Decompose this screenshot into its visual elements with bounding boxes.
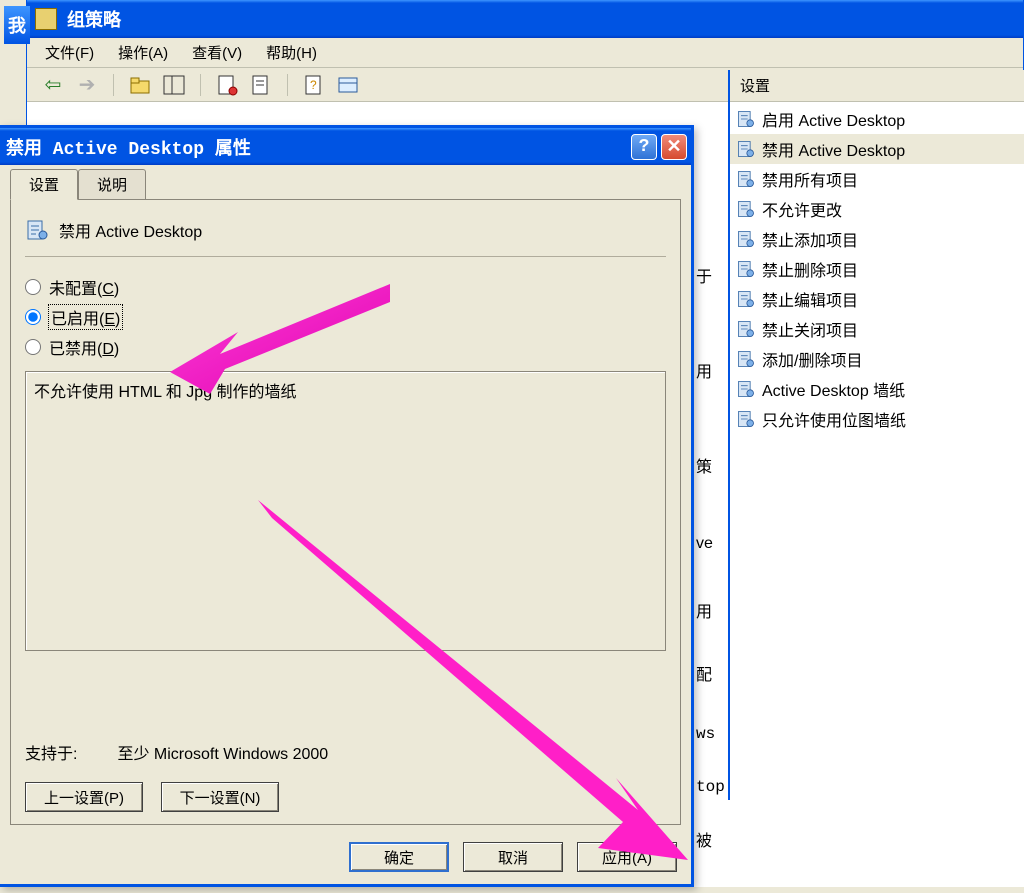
settings-list-item-label: Active Desktop 墙纸 bbox=[762, 377, 905, 401]
policy-item-icon bbox=[736, 229, 756, 249]
settings-list-item-label: 禁止编辑项目 bbox=[762, 287, 858, 311]
policy-item-icon bbox=[736, 139, 756, 159]
settings-list-item-label: 禁用 Active Desktop bbox=[762, 137, 905, 161]
tab-settings[interactable]: 设置 bbox=[10, 169, 78, 200]
radio-disabled-input[interactable] bbox=[25, 339, 41, 355]
prev-setting-button[interactable]: 上一设置(P) bbox=[25, 782, 143, 812]
dialog-titlebar[interactable]: 禁用 Active Desktop 属性 ? ✕ bbox=[0, 128, 691, 165]
settings-list-item-label: 禁用所有项目 bbox=[762, 167, 858, 191]
dialog-tabs: 设置 说明 bbox=[10, 171, 681, 199]
mmc-app-icon bbox=[35, 8, 57, 30]
supported-label: 支持于: bbox=[25, 740, 77, 764]
forward-button: ➔ bbox=[75, 73, 99, 97]
radio-enabled[interactable]: 已启用(E) bbox=[25, 305, 666, 329]
mmc-titlebar[interactable]: 组策略 bbox=[27, 0, 1023, 38]
properties-dialog: 禁用 Active Desktop 属性 ? ✕ 设置 说明 禁用 Active… bbox=[0, 125, 694, 887]
settings-list-item-label: 不允许更改 bbox=[762, 197, 842, 221]
tab-explain[interactable]: 说明 bbox=[78, 169, 146, 199]
supported-value: 至少 Microsoft Windows 2000 bbox=[117, 740, 328, 764]
description-box: 不允许使用 HTML 和 Jpg 制作的墙纸 bbox=[25, 371, 666, 651]
settings-list-item[interactable]: 禁用 Active Desktop bbox=[730, 134, 1024, 164]
settings-list-item[interactable]: Active Desktop 墙纸 bbox=[730, 374, 1024, 404]
policy-item-icon bbox=[736, 169, 756, 189]
background-text-fragments: 于 用 策 ve 用 配 ws top 被 bbox=[696, 260, 725, 893]
settings-list-header: 设置 bbox=[730, 70, 1024, 102]
policy-item-icon bbox=[736, 259, 756, 279]
settings-list-item[interactable]: 禁止删除项目 bbox=[730, 254, 1024, 284]
settings-list-item-label: 添加/删除项目 bbox=[762, 347, 862, 371]
policy-item-icon bbox=[736, 379, 756, 399]
toolbar-separator bbox=[113, 74, 114, 96]
radio-not-configured-label: 未配置(C) bbox=[49, 275, 119, 299]
menu-file[interactable]: 文件(F) bbox=[45, 42, 94, 63]
supported-row: 支持于: 至少 Microsoft Windows 2000 bbox=[25, 740, 328, 764]
policy-item-icon bbox=[736, 199, 756, 219]
settings-list-item[interactable]: 禁止添加项目 bbox=[730, 224, 1024, 254]
radio-enabled-input[interactable] bbox=[25, 309, 41, 325]
settings-list: 启用 Active Desktop 禁用 Active Desktop 禁用所有项目… bbox=[730, 102, 1024, 436]
settings-list-item[interactable]: 禁止编辑项目 bbox=[730, 284, 1024, 314]
setting-name: 禁用 Active Desktop bbox=[59, 218, 202, 242]
menu-help[interactable]: 帮助(H) bbox=[266, 42, 317, 63]
toolbar-separator bbox=[200, 74, 201, 96]
menu-action[interactable]: 操作(A) bbox=[118, 42, 168, 63]
radio-not-configured[interactable]: 未配置(C) bbox=[25, 275, 666, 299]
dialog-help-button[interactable]: ? bbox=[631, 134, 657, 160]
settings-list-item[interactable]: 禁止关闭项目 bbox=[730, 314, 1024, 344]
settings-list-item-label: 只允许使用位图墙纸 bbox=[762, 407, 906, 431]
apply-button[interactable]: 应用(A) bbox=[577, 842, 677, 872]
settings-list-panel: 设置 启用 Active Desktop 禁用 Active Desktop 禁用所… bbox=[728, 70, 1024, 800]
settings-list-item[interactable]: 只允许使用位图墙纸 bbox=[730, 404, 1024, 434]
filter-button[interactable] bbox=[336, 73, 360, 97]
settings-list-item-label: 禁止关闭项目 bbox=[762, 317, 858, 341]
radio-not-configured-input[interactable] bbox=[25, 279, 41, 295]
radio-enabled-label: 已启用(E) bbox=[49, 305, 122, 329]
help-button[interactable]: ? bbox=[302, 73, 326, 97]
divider bbox=[25, 256, 666, 257]
mmc-menubar: 文件(F) 操作(A) 查看(V) 帮助(H) bbox=[27, 38, 1023, 68]
svg-text:?: ? bbox=[310, 78, 317, 92]
show-hide-tree-button[interactable] bbox=[162, 73, 186, 97]
settings-list-item[interactable]: 不允许更改 bbox=[730, 194, 1024, 224]
export-list-button[interactable] bbox=[249, 73, 273, 97]
cancel-button[interactable]: 取消 bbox=[463, 842, 563, 872]
next-setting-button[interactable]: 下一设置(N) bbox=[161, 782, 279, 812]
settings-list-item[interactable]: 禁用所有项目 bbox=[730, 164, 1024, 194]
back-button[interactable]: ⇦ bbox=[41, 73, 65, 97]
properties-button[interactable] bbox=[215, 73, 239, 97]
policy-item-icon bbox=[736, 319, 756, 339]
policy-item-icon bbox=[736, 349, 756, 369]
tab-content: 禁用 Active Desktop 未配置(C) 已启用(E) 已禁用(D) 不… bbox=[10, 199, 681, 825]
radio-disabled-label: 已禁用(D) bbox=[49, 335, 119, 359]
ok-button[interactable]: 确定 bbox=[349, 842, 449, 872]
settings-list-item[interactable]: 启用 Active Desktop bbox=[730, 104, 1024, 134]
settings-list-item-label: 启用 Active Desktop bbox=[762, 107, 905, 131]
settings-list-item-label: 禁止添加项目 bbox=[762, 227, 858, 251]
policy-item-icon bbox=[736, 289, 756, 309]
dialog-close-button[interactable]: ✕ bbox=[661, 134, 687, 160]
up-folder-button[interactable] bbox=[128, 73, 152, 97]
settings-list-item[interactable]: 添加/删除项目 bbox=[730, 344, 1024, 374]
settings-list-item-label: 禁止删除项目 bbox=[762, 257, 858, 281]
menu-view[interactable]: 查看(V) bbox=[192, 42, 242, 63]
dialog-title: 禁用 Active Desktop 属性 bbox=[6, 134, 631, 160]
policy-item-icon bbox=[736, 409, 756, 429]
partial-title-text: 我 bbox=[4, 6, 30, 44]
mmc-title: 组策略 bbox=[67, 6, 121, 32]
policy-item-icon bbox=[736, 109, 756, 129]
radio-disabled[interactable]: 已禁用(D) bbox=[25, 335, 666, 359]
policy-icon bbox=[25, 218, 49, 242]
toolbar-separator bbox=[287, 74, 288, 96]
